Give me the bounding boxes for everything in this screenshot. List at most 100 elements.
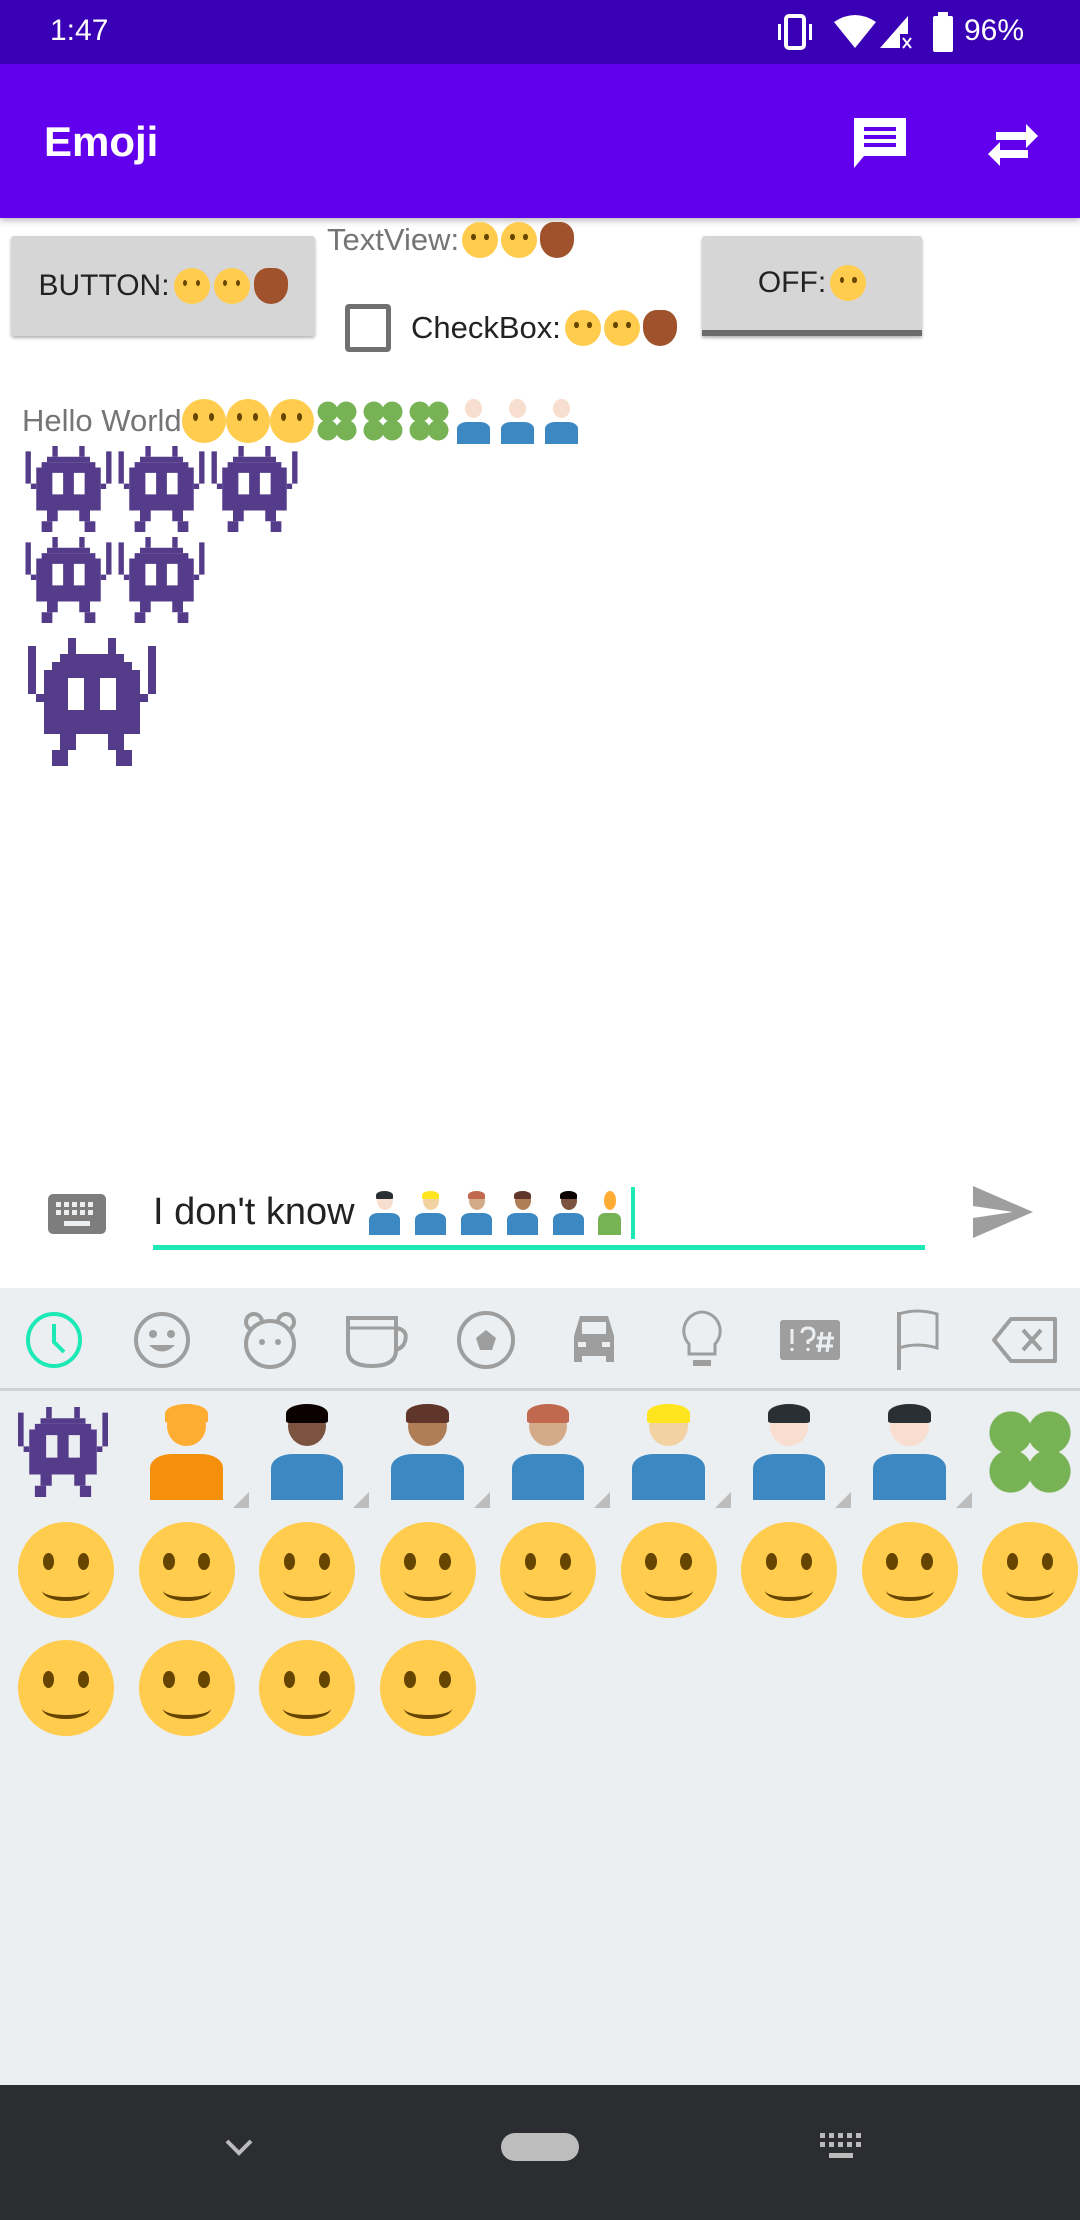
thinking-face-emoji[interactable] [138, 1640, 235, 1736]
alien-monster-emoji [115, 446, 208, 532]
alien-monster-emoji [208, 446, 301, 532]
person-kneeling-emoji[interactable] [139, 1404, 249, 1508]
keyboard-toggle-icon[interactable] [48, 1194, 106, 1234]
face-with-tongue-emoji[interactable] [379, 1640, 476, 1736]
message-input-text: I don't know [153, 1191, 355, 1233]
clover-emoji [359, 398, 406, 444]
cell-signal-off-icon [880, 16, 912, 49]
tab-food[interactable] [338, 1300, 418, 1380]
man-shrugging-emoji [365, 1190, 405, 1235]
smiley-icon [134, 1312, 190, 1368]
keyboard-icon[interactable] [820, 2133, 862, 2161]
face-with-tears-of-joy-emoji [830, 265, 867, 301]
hugging-face-emoji[interactable] [259, 1522, 355, 1618]
partying-face-emoji[interactable] [259, 1640, 355, 1736]
man-dark-emoji [549, 1190, 589, 1235]
checkbox-box[interactable] [345, 304, 391, 352]
tab-activity[interactable] [446, 1300, 526, 1380]
keyboard-divider [0, 1388, 1080, 1391]
deer-emoji [642, 310, 677, 346]
wifi-icon [834, 15, 876, 48]
rolling-on-the-floor-laughing-emoji[interactable] [500, 1522, 596, 1618]
face-with-tears-of-joy-emoji [501, 222, 538, 258]
face-blowing-kiss-emoji [564, 310, 601, 346]
backspace-icon [992, 1317, 1057, 1363]
backspace-button[interactable] [986, 1300, 1066, 1380]
man-facepalming-emoji [411, 1190, 451, 1235]
four-leaf-clover-emoji[interactable] [982, 1404, 1078, 1500]
food-icon [346, 1316, 408, 1369]
tab-travel[interactable] [554, 1300, 634, 1380]
deer-emoji [253, 268, 288, 304]
deer-emoji [540, 222, 575, 258]
alien-monster-emoji [22, 537, 115, 623]
travel-icon [574, 1316, 614, 1362]
face-with-tears-of-joy-emoji[interactable] [741, 1522, 837, 1618]
man-gesturing-no-emoji [457, 1190, 497, 1235]
emoji-textview: TextView: [327, 222, 575, 258]
man-medium-dark-emoji [503, 1190, 543, 1235]
alien-monster-emoji[interactable] [18, 1404, 114, 1500]
kissing-face-with-smiling-eyes-emoji[interactable] [982, 1522, 1078, 1618]
man-gesturing-no-emoji[interactable] [500, 1404, 610, 1508]
drooling-face-emoji[interactable] [861, 1522, 958, 1618]
hello-label: Hello World [22, 403, 182, 438]
text-cursor [630, 1186, 635, 1239]
home-pill-icon[interactable] [501, 2133, 579, 2161]
face-with-tears-of-joy-emoji [213, 268, 250, 304]
nerd-face-emoji[interactable] [18, 1522, 114, 1618]
grinning-squinting-face-emoji[interactable] [379, 1522, 476, 1618]
face-blowing-kiss-emoji [462, 222, 499, 258]
button-label: BUTTON: [38, 269, 170, 302]
sunglasses-face-emoji [225, 399, 270, 443]
vibrate-icon [778, 14, 812, 50]
emoji-toggle-button[interactable]: OFF: [702, 236, 922, 336]
smiling-face-with-sunglasses-emoji[interactable] [138, 1522, 235, 1618]
objects-icon [682, 1310, 722, 1366]
man-dark-emoji[interactable] [259, 1404, 369, 1508]
emoji-button[interactable]: BUTTON: [11, 236, 315, 336]
face-blowing-kiss-emoji [173, 268, 210, 304]
squinting-face-with-tongue-emoji[interactable] [620, 1522, 717, 1618]
tab-symbols[interactable] [770, 1300, 850, 1380]
recent-icon [26, 1312, 82, 1368]
face-with-tears-of-joy-emoji [603, 310, 640, 346]
checkbox-label: CheckBox: [411, 310, 561, 345]
textview-label: TextView: [327, 222, 460, 257]
toggle-label: OFF: [757, 266, 827, 299]
alien-monster-emoji [22, 446, 115, 532]
battery-percent: 96% [964, 14, 1025, 47]
status-time: 1:47 [50, 14, 109, 47]
alien-monster-emoji [115, 537, 208, 623]
navigation-bar [0, 2085, 1080, 2220]
message-input[interactable]: I don't know [153, 1180, 925, 1250]
tab-flags[interactable] [878, 1300, 958, 1380]
man-medium-dark-emoji[interactable] [380, 1404, 490, 1508]
emoji-checkbox[interactable]: CheckBox: [345, 304, 677, 352]
person-lifting-weights-emoji[interactable] [862, 1404, 972, 1508]
tab-recent[interactable] [14, 1300, 94, 1380]
checkbox-emojis [564, 310, 677, 346]
hello-world-text: Hello World [22, 398, 584, 444]
tab-smileys[interactable] [122, 1300, 202, 1380]
app-title: Emoji [44, 118, 159, 165]
symbols-icon [780, 1320, 840, 1360]
send-icon[interactable] [973, 1186, 1033, 1238]
invader-rows [22, 446, 301, 771]
message-icon[interactable] [850, 114, 910, 174]
swap-icon[interactable] [984, 116, 1040, 166]
clover-emoji [405, 398, 452, 444]
app-bar: Emoji [0, 64, 1080, 218]
status-bar: 1:47 96% [0, 0, 1080, 64]
man-facepalming-emoji[interactable] [621, 1404, 731, 1508]
clover-emoji [313, 398, 360, 444]
man-shrugging-emoji[interactable] [741, 1404, 851, 1508]
weightlifter-emoji [496, 398, 540, 444]
animal-icon [244, 1312, 296, 1369]
smirking-face-emoji[interactable] [18, 1640, 114, 1736]
flags-icon [897, 1309, 939, 1370]
tab-animals[interactable] [230, 1300, 310, 1380]
chevron-down-icon[interactable] [224, 2137, 254, 2157]
hugging-face-emoji [181, 399, 226, 443]
tab-objects[interactable] [662, 1300, 742, 1380]
